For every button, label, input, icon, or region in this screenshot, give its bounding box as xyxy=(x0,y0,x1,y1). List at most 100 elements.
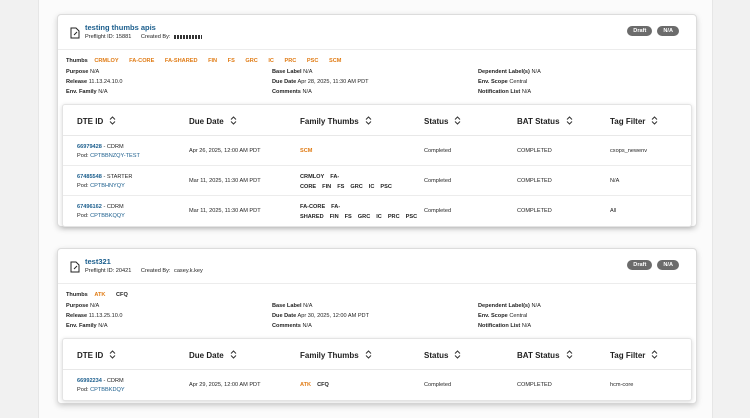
purpose-value: N/A xyxy=(89,69,100,75)
sort-icon[interactable] xyxy=(365,350,372,359)
badge-group: Draft N/A xyxy=(627,26,679,36)
dependent-label: Dependent Label(s) xyxy=(478,303,530,309)
comments-value: N/A xyxy=(302,89,312,96)
thumb-tag: CRMLOY xyxy=(94,58,119,64)
col-family-thumbs[interactable]: Family Thumbs xyxy=(300,116,372,126)
col-label: BAT Status xyxy=(517,117,560,126)
col-bat-status[interactable]: BAT Status xyxy=(517,350,573,360)
family-thumb: GRC xyxy=(350,183,363,190)
created-by-value: casey.k.key xyxy=(174,268,203,274)
env-scope-value: Central xyxy=(509,79,528,86)
col-label: Family Thumbs xyxy=(300,117,359,126)
page-content: testing thumbs apis Preflight ID: 15881 … xyxy=(38,0,713,418)
col-label: Tag Filter xyxy=(610,351,646,360)
col-label: BAT Status xyxy=(517,351,560,360)
sort-icon[interactable] xyxy=(454,350,461,359)
sort-icon[interactable] xyxy=(109,116,116,125)
preflight-title-link[interactable]: test321 xyxy=(85,257,111,266)
dte-id-link[interactable]: 66992234 xyxy=(77,378,102,384)
preflight-card: test321 Preflight ID: 20421 Created By: … xyxy=(57,248,697,404)
status-cell: Completed xyxy=(424,208,452,214)
env-family-label: Env. Family xyxy=(66,323,97,330)
bat-status-cell: COMPLETED xyxy=(517,178,552,184)
sort-icon[interactable] xyxy=(651,116,658,125)
due-date-label: Due Date xyxy=(272,79,297,86)
sort-icon[interactable] xyxy=(454,116,461,125)
dte-cell: 67485548 - STARTER Pod: CPTBHNYQY xyxy=(77,173,132,191)
dte-type: - CDRM xyxy=(101,144,124,150)
col-label: Status xyxy=(424,117,449,126)
meta-col-right: Dependent Label(s) N/A Env. Scope Centra… xyxy=(478,67,541,98)
pod-link[interactable]: CPTBBKQQY xyxy=(90,213,125,219)
env-scope-label: Env. Scope xyxy=(478,79,508,86)
sort-icon[interactable] xyxy=(365,116,372,125)
dte-cell: 66992234 - CDRM Pod: CPTBBKDQY xyxy=(77,377,125,395)
col-family-thumbs[interactable]: Family Thumbs xyxy=(300,350,372,360)
na-badge: N/A xyxy=(657,260,679,270)
col-dte-id[interactable]: DTE ID xyxy=(77,116,116,126)
document-edit-icon xyxy=(70,27,80,39)
family-thumb: PSC xyxy=(380,183,392,190)
col-due-date[interactable]: Due Date xyxy=(189,116,237,126)
due-cell: Mar 11, 2025, 11:30 AM PDT xyxy=(189,178,261,184)
status-badge: Draft xyxy=(627,26,653,36)
meta-col-left: Purpose N/A Release 11.13.24.10.0 Env. F… xyxy=(66,67,123,98)
col-due-date[interactable]: Due Date xyxy=(189,350,237,360)
sort-icon[interactable] xyxy=(651,350,658,359)
col-tag-filter[interactable]: Tag Filter xyxy=(610,116,658,126)
dte-id-link[interactable]: 66979428 xyxy=(77,144,102,150)
family-cell: SCM xyxy=(300,148,318,154)
sort-icon[interactable] xyxy=(109,350,116,359)
dte-type: - STARTER xyxy=(101,174,133,180)
purpose-value: N/A xyxy=(89,303,100,309)
card-subline: Preflight ID: 20421 Created By: casey.k.… xyxy=(85,268,211,274)
tag-filter-cell: N/A xyxy=(610,178,620,184)
bat-status-cell: COMPLETED xyxy=(517,208,552,214)
card-header: testing thumbs apis Preflight ID: 15881 … xyxy=(58,15,696,50)
col-dte-id[interactable]: DTE ID xyxy=(77,350,116,360)
status-cell: Completed xyxy=(424,148,452,154)
col-tag-filter[interactable]: Tag Filter xyxy=(610,350,658,360)
family-thumb: PRC xyxy=(387,213,400,220)
dte-type: - CDRM xyxy=(101,378,124,384)
family-thumb: FA-CORE xyxy=(300,204,326,210)
env-scope-label: Env. Scope xyxy=(478,313,508,320)
dte-cell: 66979428 - CDRM Pod: CPTBBNZQY-TEST xyxy=(77,143,140,161)
pod-link[interactable]: CPTBBNZQY-TEST xyxy=(90,153,140,159)
due-cell: Apr 26, 2025, 12:00 AM PDT xyxy=(189,148,261,154)
thumb-tag: FA-CORE xyxy=(129,58,155,64)
col-label: DTE ID xyxy=(77,351,104,360)
base-label-value: N/A xyxy=(303,303,313,309)
table-header: DTE ID Due Date Family Thumbs Status BAT… xyxy=(63,105,691,136)
col-status[interactable]: Status xyxy=(424,350,461,360)
meta-col-right: Dependent Label(s) N/A Env. Scope Centra… xyxy=(478,301,541,332)
thumbs-row: Thumbs ATK CFQ xyxy=(66,292,137,298)
sort-icon[interactable] xyxy=(566,350,573,359)
base-label-label: Base Label xyxy=(272,303,302,309)
sort-icon[interactable] xyxy=(230,350,237,359)
col-label: Due Date xyxy=(189,351,224,360)
comments-value: N/A xyxy=(302,323,312,330)
card-subline: Preflight ID: 15881 Created By: xyxy=(85,34,210,40)
sort-icon[interactable] xyxy=(230,116,237,125)
sort-icon[interactable] xyxy=(566,116,573,125)
status-cell: Completed xyxy=(424,178,452,184)
dte-id-link[interactable]: 67485548 xyxy=(77,174,102,180)
dte-table: DTE ID Due Date Family Thumbs Status BAT… xyxy=(62,338,692,401)
dependent-label: Dependent Label(s) xyxy=(478,69,530,75)
thumb-tag: CFQ xyxy=(115,292,128,298)
due-date-label: Due Date xyxy=(272,313,297,320)
thumbs-list: ATK CFQ xyxy=(94,292,136,298)
bat-status-cell: COMPLETED xyxy=(517,382,552,388)
pod-link[interactable]: CPTBBKDQY xyxy=(90,387,125,393)
family-thumb: FIN xyxy=(329,213,339,220)
dte-id-link[interactable]: 67496162 xyxy=(77,204,102,210)
pod-link[interactable]: CPTBHNYQY xyxy=(90,183,125,189)
family-thumb: FIN xyxy=(322,183,332,190)
col-bat-status[interactable]: BAT Status xyxy=(517,116,573,126)
dte-type: - CDRM xyxy=(101,204,124,210)
preflight-title-link[interactable]: testing thumbs apis xyxy=(85,23,156,32)
thumbs-row: Thumbs CRMLOY FA-CORE FA-SHARED FIN FS G… xyxy=(66,58,350,64)
col-status[interactable]: Status xyxy=(424,116,461,126)
table-row: 66992234 - CDRM Pod: CPTBBKDQY Apr 29, 2… xyxy=(63,370,691,400)
